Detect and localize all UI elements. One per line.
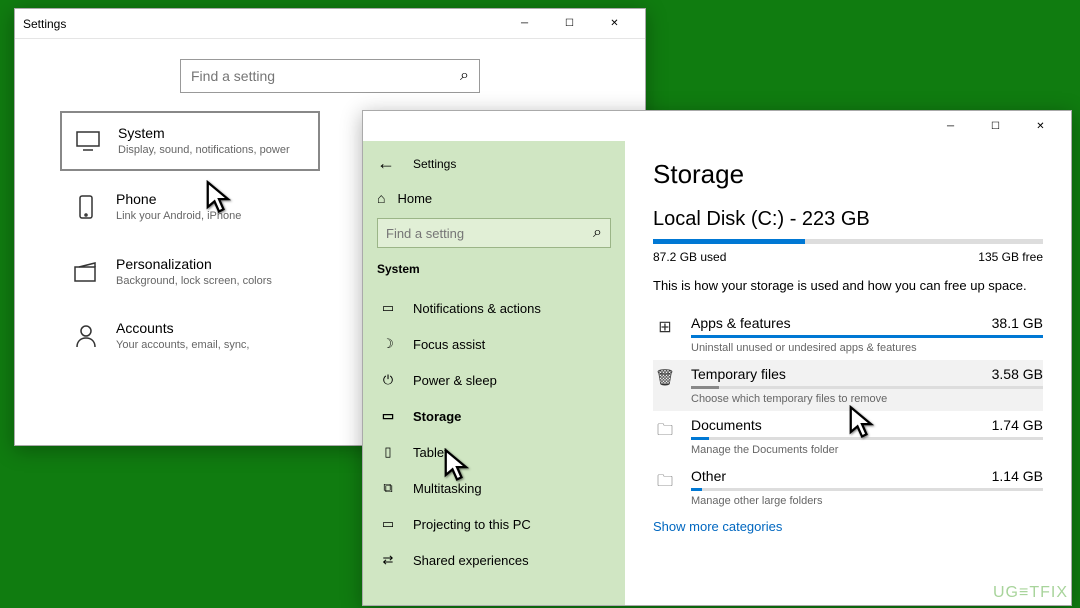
category-desc: Background, lock screen, colors [116, 274, 310, 288]
phone-icon [70, 191, 102, 223]
back-button[interactable]: ← [377, 153, 395, 174]
close-button[interactable]: ✕ [1018, 111, 1063, 141]
page-heading: Storage [653, 159, 1043, 190]
storage-blurb: This is how your storage is used and how… [653, 278, 1043, 293]
row-sub: Choose which temporary files to remove [691, 393, 1043, 405]
row-name: Temporary files [691, 366, 786, 382]
notification-icon: ▭ [377, 300, 399, 316]
search-input[interactable] [191, 68, 460, 84]
nav-power-sleep[interactable]: ⏻ Power & sleep [377, 362, 611, 398]
section-heading: System [377, 262, 611, 276]
drive-icon: ▭ [377, 408, 399, 424]
apps-icon: ⊞ [653, 315, 677, 337]
titlebar: ─ ☐ ✕ [363, 111, 1071, 141]
nav-projecting[interactable]: ▭ Projecting to this PC [377, 506, 611, 542]
nav-label: Home [397, 191, 432, 206]
trash-icon: 🗑 [653, 366, 677, 388]
sidebar-title: Settings [413, 157, 456, 171]
power-icon: ⏻ [377, 372, 399, 388]
row-name: Documents [691, 417, 762, 433]
sidebar: ← Settings ⌂ Home ⌕ System ▭ Notification… [363, 141, 625, 605]
window-title: Settings [23, 17, 502, 31]
minimize-button[interactable]: ─ [928, 111, 973, 141]
person-icon [70, 320, 102, 352]
content-pane: Storage Local Disk (C:) - 223 GB 87.2 GB… [625, 141, 1071, 605]
watermark: UG≡TFIX [993, 584, 1068, 602]
moon-icon: ☽ [377, 336, 399, 352]
row-size: 38.1 GB [992, 315, 1043, 331]
search-icon: ⌕ [460, 67, 469, 85]
storage-row-documents[interactable]: 🗀 Documents 1.74 GB Manage the Documents … [653, 411, 1043, 462]
titlebar: Settings ─ ☐ ✕ [15, 9, 645, 39]
disk-usage-bar [653, 239, 1043, 244]
maximize-button[interactable]: ☐ [547, 9, 592, 39]
show-more-link[interactable]: Show more categories [653, 519, 1043, 534]
category-desc: Link your Android, iPhone [116, 209, 310, 223]
category-phone[interactable]: Phone Link your Android, iPhone [60, 179, 320, 235]
share-icon: ⇄ [377, 552, 399, 568]
disk-free: 135 GB free [978, 250, 1043, 264]
category-system[interactable]: System Display, sound, notifications, pow… [60, 111, 320, 171]
search-icon: ⌕ [593, 224, 602, 242]
nav-notifications[interactable]: ▭ Notifications & actions [377, 290, 611, 326]
folder-icon: 🗀 [653, 417, 677, 446]
home-icon: ⌂ [377, 190, 385, 206]
nav-label: Focus assist [413, 337, 485, 352]
nav-label: Storage [413, 409, 461, 424]
disk-label: Local Disk (C:) - 223 GB [653, 208, 1043, 231]
row-size: 1.14 GB [992, 468, 1043, 484]
nav-label: Multitasking [413, 481, 482, 496]
display-icon [72, 125, 104, 157]
row-size: 3.58 GB [992, 366, 1043, 382]
nav-label: Projecting to this PC [413, 517, 531, 532]
category-desc: Your accounts, email, sync, [116, 338, 310, 352]
nav-home[interactable]: ⌂ Home [377, 190, 611, 206]
nav-focus-assist[interactable]: ☽ Focus assist [377, 326, 611, 362]
category-name: Personalization [116, 256, 310, 272]
sidebar-search-input[interactable] [386, 226, 593, 241]
storage-row-other[interactable]: 🗀 Other 1.14 GB Manage other large folder… [653, 462, 1043, 513]
row-name: Apps & features [691, 315, 791, 331]
row-sub: Uninstall unused or undesired apps & fea… [691, 342, 1043, 354]
nav-label: Tablet [413, 445, 448, 460]
category-name: Accounts [116, 320, 310, 336]
row-sub: Manage the Documents folder [691, 444, 1043, 456]
row-name: Other [691, 468, 726, 484]
tablet-icon: ▯ [377, 444, 399, 460]
nav-storage[interactable]: ▭ Storage [377, 398, 611, 434]
nav-tablet[interactable]: ▯ Tablet [377, 434, 611, 470]
close-button[interactable]: ✕ [592, 9, 637, 39]
category-name: Phone [116, 191, 310, 207]
maximize-button[interactable]: ☐ [973, 111, 1018, 141]
nav-label: Notifications & actions [413, 301, 541, 316]
row-sub: Manage other large folders [691, 495, 1043, 507]
settings-storage-window: ─ ☐ ✕ ← Settings ⌂ Home ⌕ System ▭ Notifi… [362, 110, 1072, 606]
disk-used: 87.2 GB used [653, 250, 726, 264]
category-personalization[interactable]: Personalization Background, lock screen, … [60, 244, 320, 300]
search-input-wrap[interactable]: ⌕ [180, 59, 480, 93]
paint-icon [70, 256, 102, 288]
category-name: System [118, 125, 308, 141]
sidebar-search-wrap[interactable]: ⌕ [377, 218, 611, 248]
nav-multitasking[interactable]: ⧉ Multitasking [377, 470, 611, 506]
storage-row-temp[interactable]: 🗑 Temporary files 3.58 GB Choose which te… [653, 360, 1043, 411]
nav-label: Power & sleep [413, 373, 497, 388]
minimize-button[interactable]: ─ [502, 9, 547, 39]
nav-label: Shared experiences [413, 553, 529, 568]
storage-row-apps[interactable]: ⊞ Apps & features 38.1 GB Uninstall unuse… [653, 309, 1043, 360]
row-size: 1.74 GB [992, 417, 1043, 433]
folder-icon: 🗀 [653, 468, 677, 497]
category-desc: Display, sound, notifications, power [118, 143, 308, 157]
category-accounts[interactable]: Accounts Your accounts, email, sync, [60, 308, 320, 364]
multitask-icon: ⧉ [377, 480, 399, 496]
nav-shared-experiences[interactable]: ⇄ Shared experiences [377, 542, 611, 578]
project-icon: ▭ [377, 516, 399, 532]
